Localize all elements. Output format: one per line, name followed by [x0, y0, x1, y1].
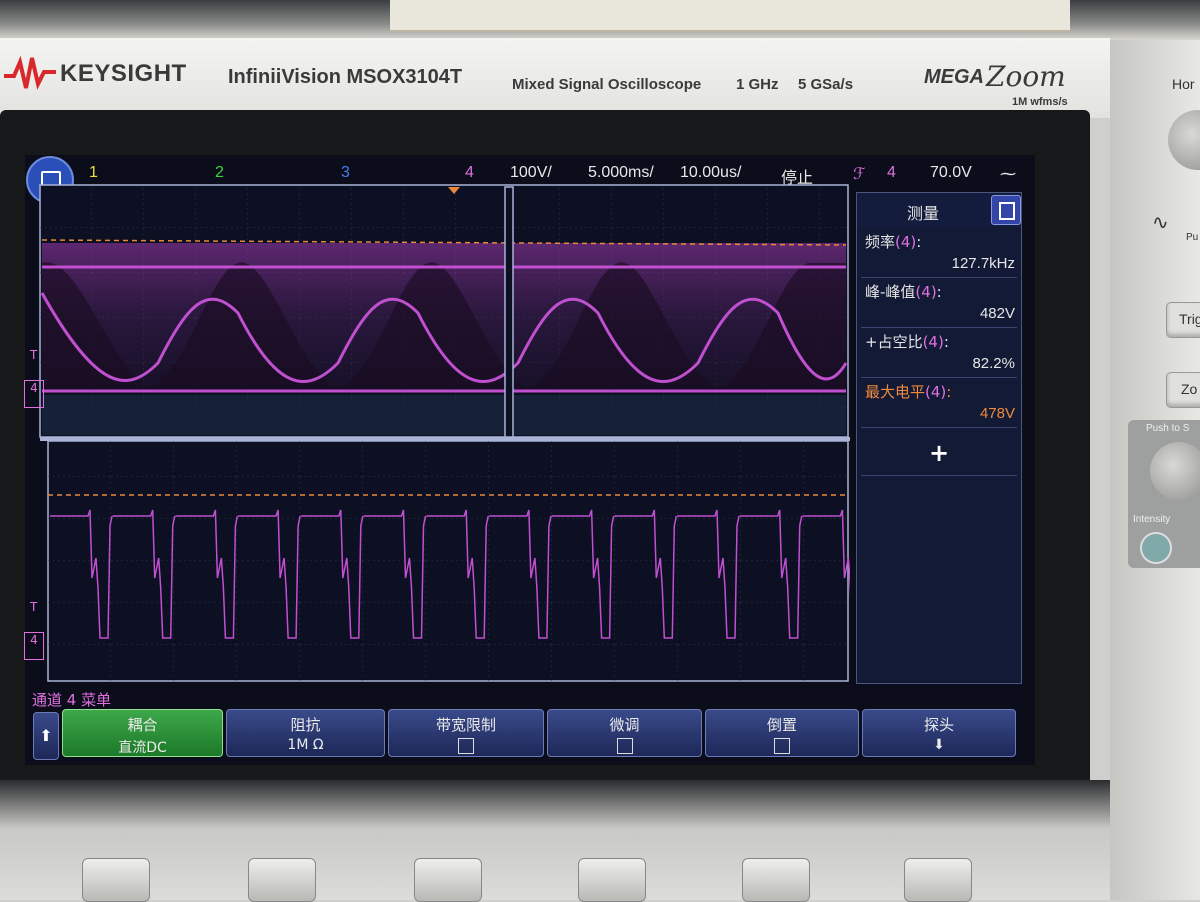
trigger-button[interactable]: Trig	[1166, 302, 1200, 338]
megazoom-logo-sub: 1M wfms/s	[1012, 96, 1068, 108]
horizontal-label: Hor	[1172, 76, 1195, 92]
measurement-value-max: 478V	[979, 405, 1015, 422]
softkey-bandwidth-limit-label: 带宽限制	[435, 716, 496, 734]
measurement-header: 测量	[857, 193, 1021, 227]
sine-icon: ∿	[1152, 212, 1169, 234]
model-description: Mixed Signal Oscilloscope	[512, 76, 702, 93]
softkey-fine[interactable]: 微调	[547, 709, 702, 757]
softkey-fine-label: 微调	[609, 716, 640, 734]
softkey-impedance-value: 1M Ω	[287, 737, 324, 753]
softkey-invert[interactable]: 倒置	[705, 709, 859, 757]
invert-checkbox[interactable]	[774, 738, 790, 754]
sample-rate-label: 5 GSa/s	[798, 76, 854, 93]
waveform-display	[39, 184, 850, 682]
trigger-level: 70.0V	[930, 164, 972, 181]
hardware-softkey-2[interactable]	[248, 858, 316, 902]
model-name: InfiniiVision MSOX3104T	[228, 66, 463, 88]
measurement-value-frequency: 127.7kHz	[951, 255, 1015, 272]
channel-menu-title: 通道 4 菜单	[32, 691, 112, 709]
probe-down-arrow-icon: ⬇	[933, 737, 945, 753]
zoom-time-per-div: 10.00us/	[680, 164, 742, 181]
pu-label: Pu	[1186, 232, 1199, 243]
channel-2-indicator[interactable]: 2	[215, 164, 224, 182]
channel-1-indicator[interactable]: 1	[89, 164, 98, 182]
time-per-div: 5.000ms/	[588, 164, 654, 181]
trigger-mode-icon: ⁓	[1000, 166, 1016, 183]
trigger-channel: 4	[887, 164, 896, 181]
measurement-menu-button[interactable]	[991, 195, 1021, 225]
channel-3-indicator[interactable]: 3	[341, 164, 350, 182]
softkey-coupling-value: 直流DC	[118, 740, 167, 756]
intensity-button[interactable]	[1140, 532, 1172, 564]
volts-per-div: 100V/	[510, 164, 552, 181]
measurement-label-max: 最大电平(4):	[865, 383, 952, 401]
zoom-button[interactable]: Zo	[1166, 372, 1200, 408]
intensity-label: Intensity	[1133, 514, 1171, 525]
softkey-impedance-label: 阻抗	[290, 716, 321, 734]
megazoom-logo-zoom: Zoom	[986, 60, 1066, 93]
hardware-softkey-6[interactable]	[904, 858, 972, 902]
softkey-invert-label: 倒置	[766, 716, 797, 734]
trigger-edge-icon: ℱ	[853, 166, 866, 183]
measurement-label-duty-cycle: +占空比(4):	[865, 333, 949, 351]
zoom-window-marker	[504, 186, 514, 438]
bandwidth-label: 1 GHz	[736, 76, 779, 93]
channel-4-ground-marker-bottom[interactable]: 4	[24, 632, 44, 660]
softkey-probe-label: 探头	[923, 716, 954, 734]
measurement-label-pk-pk: 峰-峰值(4):	[865, 283, 942, 301]
trigger-marker-bottom: T	[30, 600, 38, 614]
measurement-value-duty-cycle: 82.2%	[972, 355, 1015, 372]
bandwidth-limit-checkbox[interactable]	[458, 738, 474, 754]
softkey-bandwidth-limit[interactable]: 带宽限制	[388, 709, 544, 757]
paper-card	[390, 0, 1070, 32]
menu-up-arrow-icon[interactable]: ⬆	[33, 712, 59, 760]
softkey-coupling-label: 耦合	[127, 716, 158, 734]
channel-4-ground-marker-top[interactable]: 4	[24, 380, 44, 408]
megazoom-logo-mega: MEGA	[924, 66, 984, 88]
push-label: Push to S	[1146, 423, 1190, 434]
measurement-label-frequency: 频率(4):	[865, 233, 922, 251]
intensity-knob[interactable]	[1150, 442, 1200, 500]
trigger-marker-top: T	[30, 348, 38, 362]
hardware-softkey-1[interactable]	[82, 858, 150, 902]
fine-checkbox[interactable]	[616, 738, 633, 754]
measurement-panel: 测量 频率(4): 127.7kHz 峰-峰值(4): 482V +占空比(4)…	[856, 192, 1022, 684]
keysight-logo-icon	[4, 55, 56, 90]
softkey-impedance[interactable]: 阻抗 1M Ω	[226, 709, 385, 757]
channel-4-indicator[interactable]: 4	[465, 164, 474, 182]
softkey-probe[interactable]: 探头 ⬇	[862, 709, 1016, 757]
measurement-title: 测量	[907, 204, 940, 223]
brand-name: KEYSIGHT	[60, 60, 187, 87]
add-measurement-button[interactable]: +	[929, 439, 949, 467]
hardware-softkey-5[interactable]	[742, 858, 810, 902]
hardware-softkey-4[interactable]	[578, 858, 646, 902]
measurement-value-pk-pk: 482V	[979, 305, 1015, 322]
hardware-softkey-3[interactable]	[414, 858, 482, 902]
softkey-coupling[interactable]: 耦合 直流DC	[62, 709, 223, 757]
